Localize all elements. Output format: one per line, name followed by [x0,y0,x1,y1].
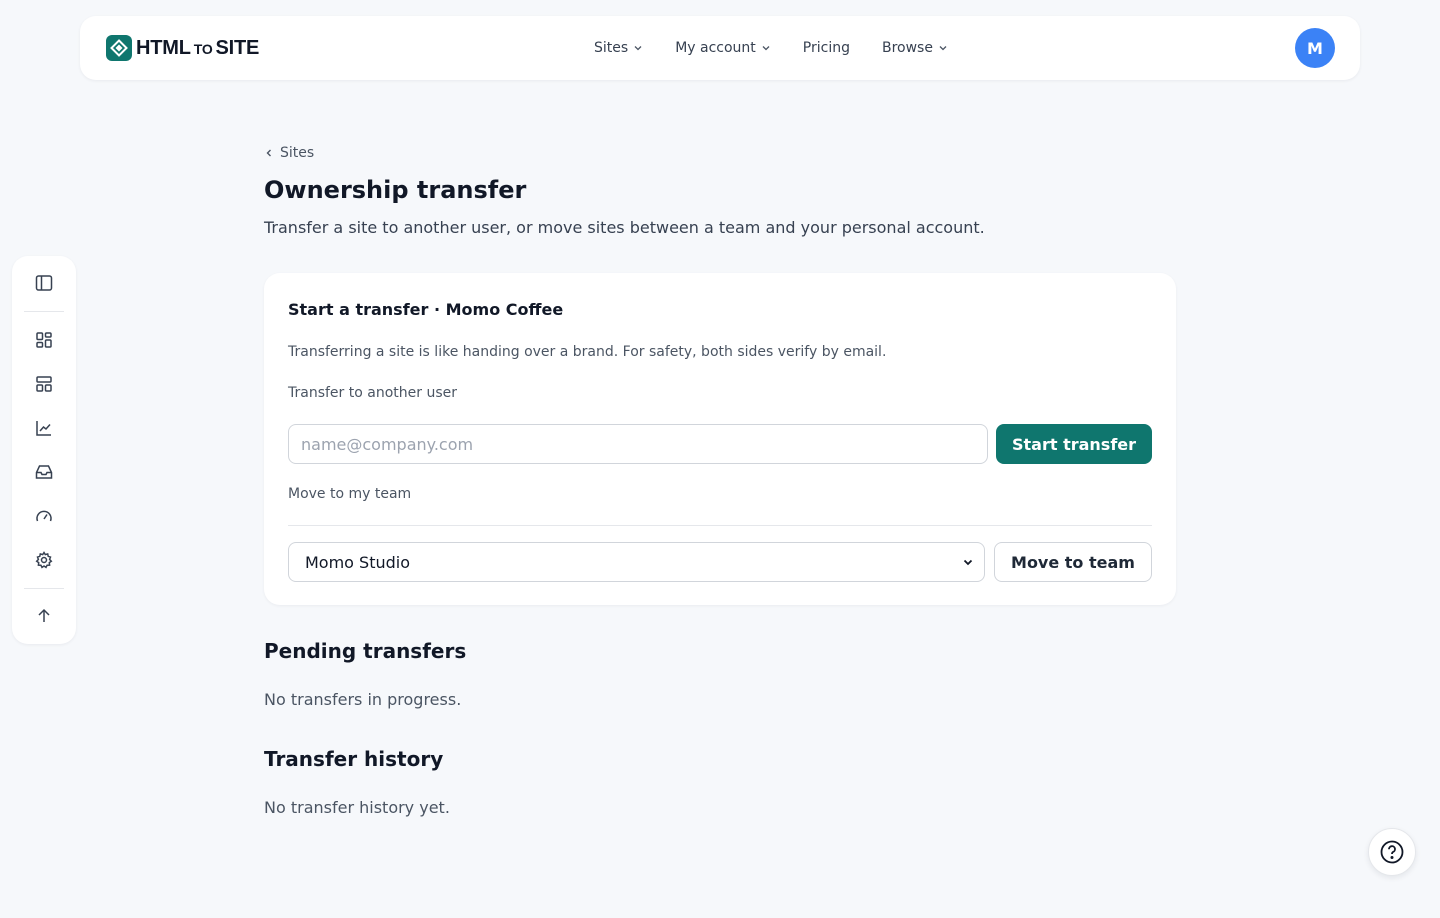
transfer-history-empty: No transfer history yet. [264,798,450,817]
chevron-down-icon [634,46,642,51]
sidebar-divider [24,311,64,312]
move-team-label: Move to my team [288,486,412,502]
sidebar-divider [24,588,64,589]
breadcrumb-sites-link[interactable]: Sites [280,145,314,161]
transfer-user-label: Transfer to another user [288,385,457,401]
start-transfer-button[interactable]: Start transfer [996,424,1152,464]
speed-icon[interactable] [28,500,60,532]
nav-my-account-label: My account [675,40,756,56]
transfer-history-title: Transfer history [264,747,444,771]
nav-sites[interactable]: Sites [594,40,643,56]
analytics-icon[interactable] [28,412,60,444]
card-divider [288,525,1152,526]
layout-icon[interactable] [28,368,60,400]
chevron-down-icon [762,46,770,51]
chevron-down-icon [939,46,947,51]
logo-word-html: HTML [136,36,191,59]
logo-text: HTML TO SITE [136,37,259,60]
logo-word-to: TO [193,40,213,57]
pending-transfers-empty: No transfers in progress. [264,690,462,709]
team-select-value: Momo Studio [305,552,411,572]
page-title: Ownership transfer [264,176,527,204]
top-nav-bar: HTML TO SITE Sites My account Pricing Brow… [80,16,1360,80]
logo-word-site: SITE [215,36,260,59]
team-select[interactable]: Momo Studio [288,542,985,582]
help-button[interactable] [1368,828,1416,876]
left-sidebar [12,256,76,644]
settings-icon[interactable] [28,544,60,576]
page-subtitle: Transfer a site to another user, or move… [264,218,985,237]
nav-my-account[interactable]: My account [675,40,771,56]
card-title: Start a transfer · Momo Coffee [288,300,564,319]
breadcrumb[interactable]: Sites [264,145,314,161]
nav-sites-label: Sites [594,40,629,56]
dashboard-icon[interactable] [28,324,60,356]
card-note: Transferring a site is like handing over… [288,344,887,360]
nav-pricing[interactable]: Pricing [803,40,850,56]
inbox-icon[interactable] [28,456,60,488]
move-to-team-button[interactable]: Move to team [994,542,1152,582]
nav-browse-label: Browse [881,40,933,56]
chevron-down-icon [963,559,973,566]
avatar[interactable]: M [1295,28,1335,68]
panel-toggle-icon[interactable] [28,267,60,299]
pending-transfers-title: Pending transfers [264,639,467,663]
chevron-left-icon [266,149,271,157]
logo-icon [106,35,132,61]
help-icon [1380,840,1404,864]
transfer-card: Start a transfer · Momo Coffee Transferr… [264,273,1176,605]
nav-pricing-label: Pricing [802,40,850,56]
arrow-up-icon[interactable] [28,600,60,632]
logo[interactable]: HTML TO SITE [106,35,259,61]
email-input[interactable] [288,424,988,464]
nav-browse[interactable]: Browse [882,40,948,56]
main-nav: Sites My account Pricing Browse [594,16,980,80]
